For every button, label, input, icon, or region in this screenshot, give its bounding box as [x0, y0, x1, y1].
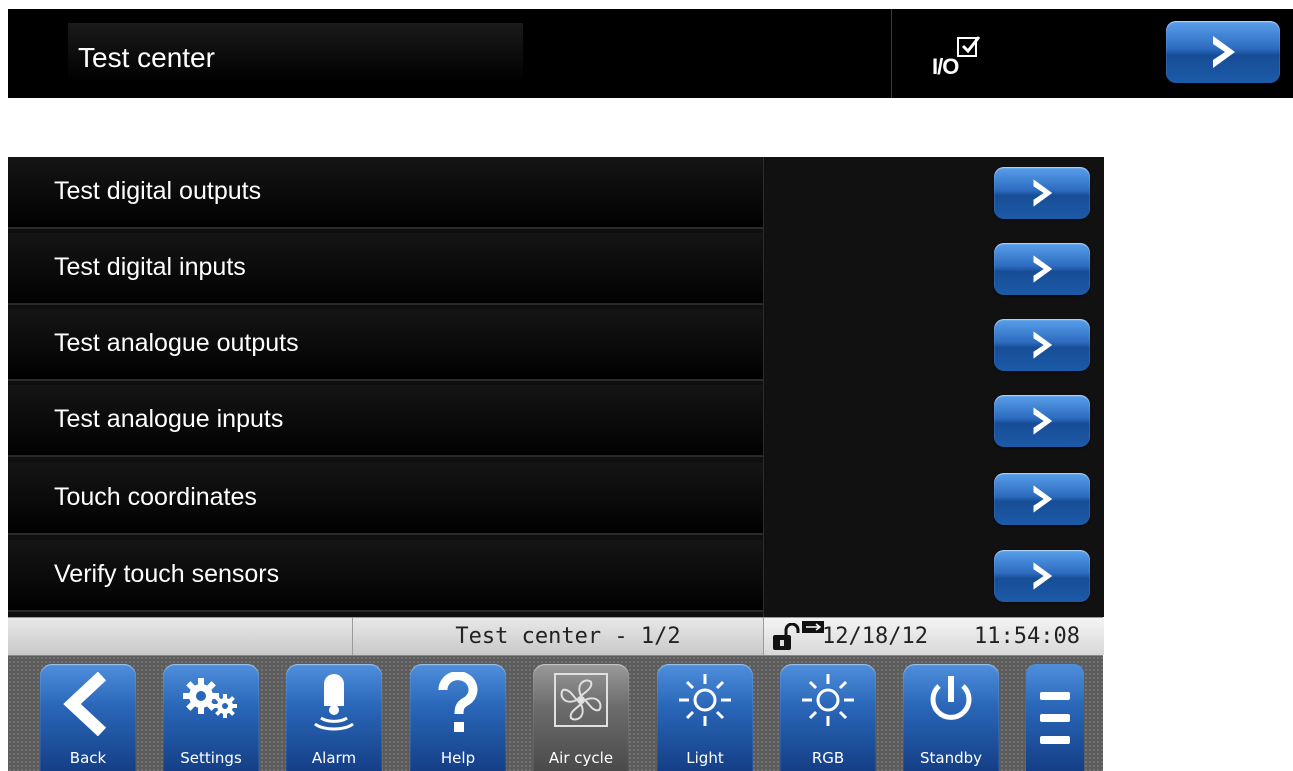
- checkmark-icon: [961, 36, 981, 54]
- chevron-right-icon: [1033, 562, 1053, 590]
- open-test-analogue-outputs-button[interactable]: [994, 319, 1090, 371]
- list-item-label: Verify touch sensors: [8, 540, 763, 612]
- header-divider: [891, 9, 892, 98]
- sun-icon: [679, 674, 731, 726]
- status-time: 11:54:08: [974, 624, 1080, 649]
- open-test-digital-inputs-button[interactable]: [994, 243, 1090, 295]
- light-button-label: Light: [686, 749, 724, 767]
- unlocked-padlock-icon: [773, 623, 800, 650]
- menu-button[interactable]: [1026, 664, 1084, 771]
- back-arrow-icon: [63, 672, 107, 736]
- page-title: Test center: [68, 23, 523, 83]
- chevron-right-icon: [1033, 407, 1053, 435]
- page-indicator: Test center - 1/2: [455, 624, 681, 649]
- list-item-label: Test analogue inputs: [8, 385, 763, 457]
- status-bar: Test center - 1/2 12/18/12 11:54:08: [8, 617, 1104, 656]
- chevron-right-icon: [1033, 179, 1053, 207]
- bottom-toolbar: Back Settings Alarm Help Air cycle Light…: [8, 656, 1103, 771]
- list-item[interactable]: Test digital inputs: [8, 233, 1103, 309]
- header-next-button[interactable]: [1166, 21, 1280, 83]
- list-item[interactable]: Verify touch sensors: [8, 540, 1103, 616]
- test-menu-list: Test digital outputs Test digital inputs…: [8, 157, 1104, 617]
- question-icon: [438, 672, 478, 732]
- list-item[interactable]: Test digital outputs: [8, 157, 1103, 233]
- standby-button[interactable]: Standby: [903, 664, 999, 771]
- list-item[interactable]: Touch coordinates: [8, 463, 1103, 539]
- settings-button[interactable]: Settings: [163, 664, 259, 771]
- io-label: I/O: [932, 54, 959, 79]
- rgb-button[interactable]: RGB: [780, 664, 876, 771]
- open-verify-touch-sensors-button[interactable]: [994, 550, 1090, 602]
- settings-button-label: Settings: [180, 749, 242, 767]
- chevron-right-icon: [1033, 485, 1053, 513]
- sun-icon: [802, 674, 854, 726]
- power-icon: [930, 676, 972, 720]
- open-test-analogue-inputs-button[interactable]: [994, 395, 1090, 447]
- header-bar: Test center I/O: [8, 9, 1293, 98]
- fan-icon: [554, 673, 608, 727]
- chevron-right-icon: [1033, 331, 1053, 359]
- help-button[interactable]: Help: [410, 664, 506, 771]
- status-date: 12/18/12: [822, 624, 928, 649]
- back-button[interactable]: Back: [40, 664, 136, 771]
- help-button-label: Help: [440, 749, 476, 767]
- light-button[interactable]: Light: [657, 664, 753, 771]
- io-checkbox[interactable]: [957, 36, 981, 57]
- gears-icon: [183, 678, 237, 718]
- air-cycle-button-label: Air cycle: [548, 749, 614, 767]
- bell-icon: [314, 674, 354, 731]
- chevron-right-icon: [1033, 255, 1053, 283]
- air-cycle-button[interactable]: Air cycle: [533, 664, 629, 771]
- status-divider: [352, 618, 353, 655]
- list-item-label: Test digital inputs: [8, 233, 763, 305]
- alarm-button[interactable]: Alarm: [286, 664, 382, 771]
- open-touch-coordinates-button[interactable]: [994, 473, 1090, 525]
- usb-icon: [802, 621, 824, 633]
- open-test-digital-outputs-button[interactable]: [994, 167, 1090, 219]
- standby-button-label: Standby: [919, 749, 983, 767]
- list-item-label: Test digital outputs: [8, 157, 763, 229]
- back-button-label: Back: [69, 749, 107, 767]
- list-item[interactable]: Test analogue inputs: [8, 385, 1103, 461]
- alarm-button-label: Alarm: [311, 749, 357, 767]
- chevron-right-icon: [1213, 36, 1235, 68]
- list-item-label: Test analogue outputs: [8, 309, 763, 381]
- rgb-button-label: RGB: [811, 749, 845, 767]
- list-item-label: Touch coordinates: [8, 463, 763, 535]
- list-item[interactable]: Test analogue outputs: [8, 309, 1103, 385]
- status-datetime-panel: 12/18/12 11:54:08: [763, 618, 1104, 655]
